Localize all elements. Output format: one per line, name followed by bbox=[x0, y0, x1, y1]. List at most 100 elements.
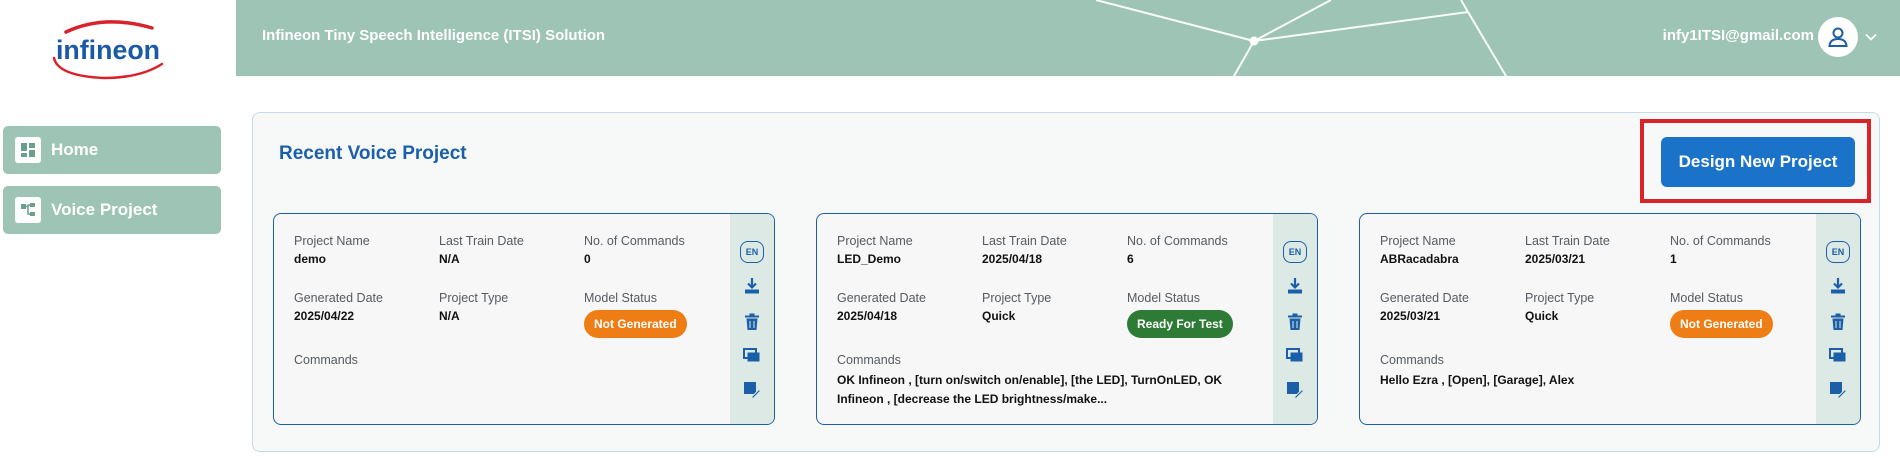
project-type-label: Project Type bbox=[439, 291, 509, 305]
last-train-date-value: 2025/03/21 bbox=[1525, 252, 1586, 266]
project-type-value: Quick bbox=[1525, 309, 1559, 323]
recent-projects-panel: Recent Voice Project Design New Project … bbox=[252, 112, 1880, 452]
generated-date-label: Generated Date bbox=[1380, 291, 1469, 305]
copy-button[interactable] bbox=[1282, 344, 1308, 368]
edit-icon bbox=[744, 382, 761, 399]
project-card[interactable]: Project Name ABRacadabra Last Train Date… bbox=[1359, 213, 1861, 425]
top-header: Infineon Tiny Speech Intelligence (ITSI)… bbox=[236, 0, 1900, 76]
project-name-label: Project Name bbox=[294, 234, 370, 248]
project-type-field: Project Type N/A bbox=[439, 291, 508, 323]
trash-icon bbox=[745, 313, 759, 330]
commands-value: Hello Ezra , [Open], [Garage], Alex bbox=[1380, 373, 1575, 387]
commands-field: Commands Hello Ezra , [Open], [Garage], … bbox=[1380, 353, 1800, 390]
user-email: infy1ITSI@gmail.com bbox=[1662, 27, 1814, 44]
delete-button[interactable] bbox=[1282, 310, 1308, 334]
commands-label: Commands bbox=[294, 353, 358, 367]
model-status-field: Model Status Ready For Test bbox=[1127, 291, 1233, 338]
project-card-body: Project Name ABRacadabra Last Train Date… bbox=[1360, 214, 1818, 424]
num-commands-label: No. of Commands bbox=[1127, 234, 1228, 248]
sidebar-item-home[interactable]: Home bbox=[3, 126, 221, 174]
project-card-body: Project Name LED_Demo Last Train Date 20… bbox=[817, 214, 1275, 424]
infineon-logo[interactable]: infineon bbox=[44, 18, 176, 82]
app-root: infineon Home Voice Project Infineon Tin… bbox=[0, 0, 1900, 458]
project-type-value: N/A bbox=[439, 309, 460, 323]
download-button[interactable] bbox=[1282, 274, 1308, 298]
project-type-field: Project Type Quick bbox=[1525, 291, 1594, 323]
generated-date-value: 2025/04/22 bbox=[294, 309, 355, 323]
language-button[interactable]: EN bbox=[739, 240, 765, 264]
num-commands-value: 0 bbox=[584, 252, 591, 266]
language-button[interactable]: EN bbox=[1282, 240, 1308, 264]
commands-label: Commands bbox=[837, 353, 901, 367]
num-commands-value: 6 bbox=[1127, 252, 1134, 266]
language-badge: EN bbox=[1826, 241, 1850, 263]
generated-date-field: Generated Date 2025/04/22 bbox=[294, 291, 383, 323]
download-button[interactable] bbox=[739, 274, 765, 298]
last-train-date-value: N/A bbox=[439, 252, 460, 266]
project-card[interactable]: Project Name LED_Demo Last Train Date 20… bbox=[816, 213, 1318, 425]
project-name-label: Project Name bbox=[1380, 234, 1456, 248]
num-commands-field: No. of Commands 6 bbox=[1127, 234, 1228, 266]
model-status-field: Model Status Not Generated bbox=[1670, 291, 1773, 338]
main-content: Recent Voice Project Design New Project … bbox=[236, 76, 1900, 458]
download-button[interactable] bbox=[1825, 274, 1851, 298]
generated-date-label: Generated Date bbox=[837, 291, 926, 305]
download-icon bbox=[745, 278, 759, 294]
model-status-label: Model Status bbox=[1127, 291, 1200, 305]
edit-button[interactable] bbox=[1825, 378, 1851, 402]
num-commands-value: 1 bbox=[1670, 252, 1677, 266]
download-icon bbox=[1831, 278, 1845, 294]
user-avatar[interactable] bbox=[1818, 17, 1858, 57]
project-name-value: demo bbox=[294, 252, 327, 266]
download-icon bbox=[1288, 278, 1302, 294]
trash-icon bbox=[1831, 313, 1845, 330]
last-train-date-field: Last Train Date 2025/04/18 bbox=[982, 234, 1067, 266]
hierarchy-icon bbox=[15, 197, 41, 223]
language-button[interactable]: EN bbox=[1825, 240, 1851, 264]
generated-date-value: 2025/04/18 bbox=[837, 309, 898, 323]
trash-icon bbox=[1288, 313, 1302, 330]
num-commands-field: No. of Commands 0 bbox=[584, 234, 685, 266]
project-name-field: Project Name ABRacadabra bbox=[1380, 234, 1459, 266]
project-type-value: Quick bbox=[982, 309, 1016, 323]
generated-date-value: 2025/03/21 bbox=[1380, 309, 1441, 323]
num-commands-label: No. of Commands bbox=[1670, 234, 1771, 248]
generated-date-field: Generated Date 2025/04/18 bbox=[837, 291, 926, 323]
edit-icon bbox=[1830, 382, 1847, 399]
model-status-field: Model Status Not Generated bbox=[584, 291, 687, 338]
design-new-project-button[interactable]: Design New Project bbox=[1661, 137, 1855, 187]
project-name-field: Project Name LED_Demo bbox=[837, 234, 913, 266]
last-train-date-field: Last Train Date N/A bbox=[439, 234, 524, 266]
project-card-body: Project Name demo Last Train Date N/A No… bbox=[274, 214, 732, 424]
project-name-label: Project Name bbox=[837, 234, 913, 248]
project-name-value: LED_Demo bbox=[837, 252, 902, 266]
svg-text:infineon: infineon bbox=[56, 35, 160, 65]
language-badge: EN bbox=[1283, 241, 1307, 263]
copy-button[interactable] bbox=[739, 344, 765, 368]
chevron-down-icon[interactable] bbox=[1864, 30, 1878, 44]
delete-button[interactable] bbox=[1825, 310, 1851, 334]
delete-button[interactable] bbox=[739, 310, 765, 334]
last-train-date-label: Last Train Date bbox=[982, 234, 1067, 248]
project-card[interactable]: Project Name demo Last Train Date N/A No… bbox=[273, 213, 775, 425]
commands-field: Commands OK Infineon , [turn on/switch o… bbox=[837, 353, 1257, 409]
edit-button[interactable] bbox=[1282, 378, 1308, 402]
last-train-date-value: 2025/04/18 bbox=[982, 252, 1043, 266]
edit-button[interactable] bbox=[739, 378, 765, 402]
commands-value: OK Infineon , [turn on/switch on/enable]… bbox=[837, 373, 1223, 406]
copy-button[interactable] bbox=[1825, 344, 1851, 368]
last-train-date-label: Last Train Date bbox=[1525, 234, 1610, 248]
panel-title: Recent Voice Project bbox=[279, 143, 467, 164]
app-title: Infineon Tiny Speech Intelligence (ITSI)… bbox=[262, 27, 606, 44]
sidebar: infineon Home Voice Project bbox=[0, 0, 236, 458]
num-commands-field: No. of Commands 1 bbox=[1670, 234, 1771, 266]
model-status-label: Model Status bbox=[584, 291, 657, 305]
last-train-date-label: Last Train Date bbox=[439, 234, 524, 248]
status-badge: Ready For Test bbox=[1127, 310, 1233, 338]
generated-date-label: Generated Date bbox=[294, 291, 383, 305]
sidebar-item-voice-project[interactable]: Voice Project bbox=[3, 186, 221, 234]
dashboard-icon bbox=[15, 137, 41, 163]
project-name-field: Project Name demo bbox=[294, 234, 370, 266]
language-badge: EN bbox=[740, 241, 764, 263]
commands-field: Commands bbox=[294, 353, 714, 371]
